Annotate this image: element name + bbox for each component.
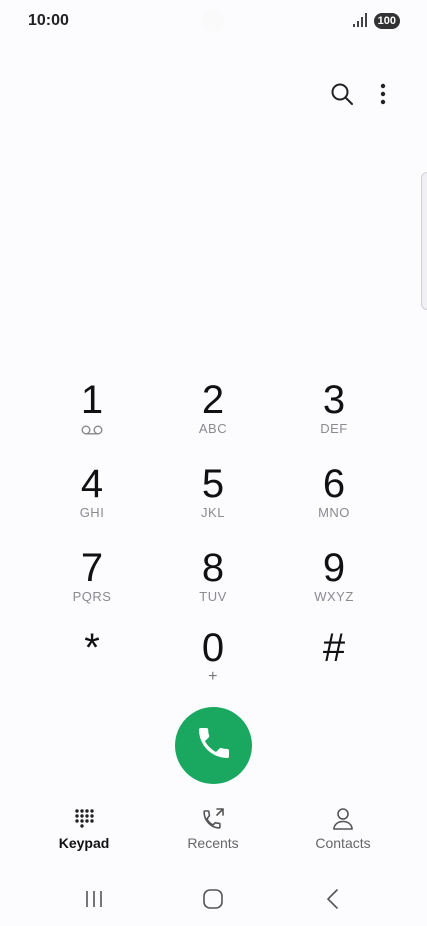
key-digit: 1 [80, 378, 104, 422]
tab-label: Recents [187, 835, 239, 851]
tab-contacts[interactable]: Contacts [288, 806, 398, 862]
call-button[interactable] [175, 707, 252, 784]
key-digit: # [322, 626, 346, 670]
camera-cutout [202, 10, 224, 32]
key-letters: MNO [318, 505, 350, 520]
back-icon[interactable] [303, 884, 363, 914]
key-digit: 0 [201, 626, 225, 670]
key-hash[interactable]: # [284, 626, 384, 698]
key-digit: 5 [201, 462, 225, 506]
signal-bars-icon [353, 13, 367, 32]
key-0[interactable]: 0 + [163, 626, 263, 698]
status-bar: 10:00 100 [0, 0, 427, 44]
key-letters: TUV [199, 589, 227, 604]
battery-level: 100 [373, 13, 400, 29]
recent-apps-icon[interactable] [64, 884, 124, 914]
status-time: 10:00 [28, 12, 69, 29]
tab-label: Keypad [58, 835, 110, 851]
key-digit: 2 [201, 378, 225, 422]
edge-panel-handle[interactable] [421, 172, 427, 310]
key-letters: PQRS [72, 589, 112, 604]
key-letters: WXYZ [314, 589, 354, 604]
voicemail-icon [81, 422, 103, 440]
contact-person-icon [332, 806, 354, 832]
keypad-icon [74, 806, 94, 832]
key-3[interactable]: 3 DEF [284, 378, 384, 450]
key-letters: JKL [201, 505, 225, 520]
key-letters: DEF [320, 421, 348, 436]
key-digit: 6 [322, 462, 346, 506]
tab-keypad[interactable]: Keypad [29, 806, 139, 862]
key-letters: + [208, 668, 218, 685]
key-letters: ABC [198, 421, 228, 436]
key-9[interactable]: 9 WXYZ [284, 546, 384, 618]
tab-recents[interactable]: Recents [158, 806, 268, 862]
key-8[interactable]: 8 TUV [163, 546, 263, 618]
tab-label: Contacts [315, 835, 371, 851]
key-digit: 4 [80, 462, 104, 506]
search-icon[interactable] [326, 78, 358, 110]
key-digit: 7 [80, 546, 104, 590]
phone-icon [194, 723, 234, 768]
key-star[interactable]: * [42, 626, 142, 698]
key-2[interactable]: 2 ABC [163, 378, 263, 450]
key-4[interactable]: 4 GHI [42, 462, 142, 534]
key-5[interactable]: 5 JKL [163, 462, 263, 534]
recents-call-icon [200, 806, 226, 832]
home-icon[interactable] [183, 884, 243, 914]
key-1[interactable]: 1 [42, 378, 142, 450]
key-7[interactable]: 7 PQRS [42, 546, 142, 618]
more-vertical-icon[interactable] [367, 78, 399, 110]
key-digit: * [84, 626, 100, 670]
key-6[interactable]: 6 MNO [284, 462, 384, 534]
key-digit: 8 [201, 546, 225, 590]
key-digit: 9 [322, 546, 346, 590]
key-letters: GHI [79, 505, 105, 520]
key-digit: 3 [322, 378, 346, 422]
